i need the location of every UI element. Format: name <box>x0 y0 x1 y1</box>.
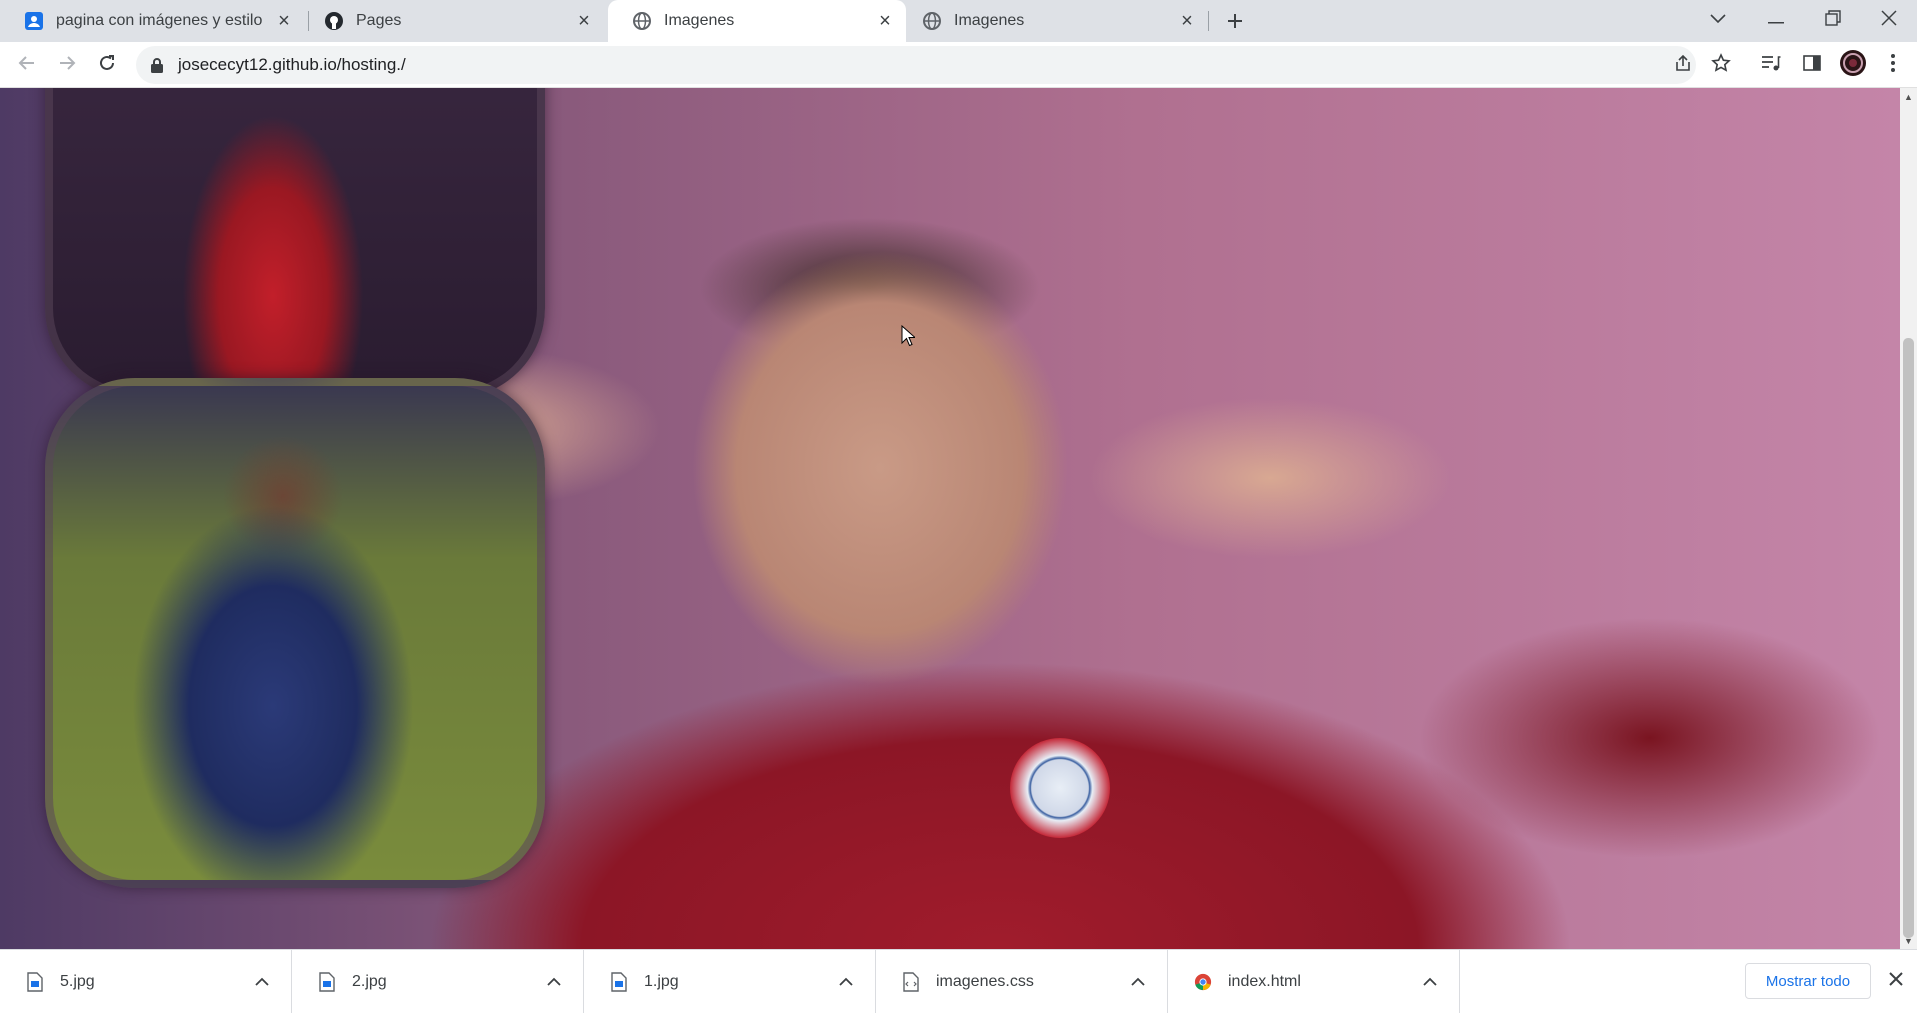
chrome-file-icon <box>1194 972 1212 992</box>
chevron-down-icon <box>1710 11 1726 29</box>
minimize-button[interactable] <box>1748 0 1804 40</box>
scrollbar-thumb[interactable] <box>1903 338 1914 938</box>
image-file-icon <box>26 971 44 992</box>
download-filename: imagenes.css <box>936 972 1034 990</box>
image-file-icon <box>610 971 628 992</box>
css-file-icon <box>902 971 920 992</box>
downloads-bar: 5.jpg 2.jpg 1.jpg imagenes.css index.htm… <box>0 949 1917 1013</box>
browser-toolbar: josececyt12.github.io/hosting./ <box>0 42 1917 88</box>
show-all-downloads-button[interactable]: Mostrar todo <box>1745 963 1871 999</box>
image-file-icon <box>318 971 336 992</box>
profile-button[interactable] <box>1838 49 1868 82</box>
close-icon[interactable]: × <box>876 10 894 32</box>
arrow-left-icon <box>18 54 36 77</box>
close-downloads-button[interactable] <box>1883 968 1909 994</box>
reload-icon <box>98 54 116 77</box>
download-item[interactable]: 2.jpg <box>292 950 584 1013</box>
download-filename: 2.jpg <box>352 972 387 990</box>
chevron-up-icon[interactable] <box>1123 967 1153 997</box>
minimize-icon <box>1768 11 1784 29</box>
club-crest <box>1010 738 1110 838</box>
page-viewport <box>0 88 1900 949</box>
github-icon <box>324 11 344 31</box>
tab-3[interactable]: Imagenes × <box>608 0 906 42</box>
tab-strip: pagina con imágenes y estilo × Pages × I… <box>0 0 1917 42</box>
tab-title: Imagenes <box>664 12 735 29</box>
tab-title: pagina con imágenes y estilo <box>56 12 263 29</box>
more-vert-icon <box>1890 53 1896 78</box>
reload-button[interactable] <box>92 50 122 80</box>
page-scrollbar[interactable]: ▲ ▼ <box>1900 88 1917 949</box>
gallery-image-top <box>45 88 545 398</box>
chevron-up-icon[interactable] <box>1415 967 1445 997</box>
tab-1[interactable]: pagina con imágenes y estilo × <box>0 0 305 42</box>
globe-icon <box>922 11 942 31</box>
address-url[interactable]: josececyt12.github.io/hosting./ <box>178 55 406 75</box>
chevron-up-icon[interactable] <box>539 967 569 997</box>
share-button[interactable] <box>1668 50 1698 80</box>
download-filename: index.html <box>1228 972 1301 990</box>
star-icon <box>1711 52 1731 78</box>
tab-separator <box>1208 11 1209 31</box>
avatar <box>1839 49 1867 82</box>
menu-button[interactable] <box>1878 50 1908 80</box>
back-button[interactable] <box>12 50 42 80</box>
close-icon[interactable]: × <box>575 10 593 32</box>
tab-4[interactable]: Imagenes × <box>908 0 1208 42</box>
chevron-up-icon[interactable] <box>247 967 277 997</box>
new-tab-button[interactable] <box>1220 6 1250 36</box>
download-item[interactable]: 5.jpg <box>0 950 292 1013</box>
tab-2[interactable]: Pages × <box>310 0 605 42</box>
playlist-icon <box>1761 54 1781 77</box>
gallery-image-bottom <box>45 378 545 888</box>
tab-title: Pages <box>356 12 402 29</box>
download-filename: 5.jpg <box>60 972 95 990</box>
forward-button[interactable] <box>52 50 82 80</box>
scroll-down-icon[interactable]: ▼ <box>1900 932 1917 949</box>
globe-icon <box>632 11 652 31</box>
close-icon[interactable]: × <box>1178 10 1196 32</box>
close-window-button[interactable] <box>1861 0 1917 40</box>
download-item[interactable]: imagenes.css <box>876 950 1168 1013</box>
lock-icon[interactable] <box>150 57 166 73</box>
tab-separator <box>308 11 309 31</box>
scroll-up-icon[interactable]: ▲ <box>1900 88 1917 105</box>
restore-icon <box>1825 9 1841 31</box>
close-icon[interactable]: × <box>275 10 293 32</box>
side-panel-button[interactable] <box>1797 50 1827 80</box>
arrow-right-icon <box>58 54 76 77</box>
account-page-icon <box>24 11 44 31</box>
restore-button[interactable] <box>1805 0 1861 40</box>
download-filename: 1.jpg <box>644 972 679 990</box>
download-item[interactable]: 1.jpg <box>584 950 876 1013</box>
bookmark-button[interactable] <box>1706 50 1736 80</box>
share-icon <box>1674 54 1692 77</box>
close-icon <box>1881 9 1897 31</box>
address-bar[interactable]: josececyt12.github.io/hosting./ <box>136 46 1696 84</box>
download-item[interactable]: index.html <box>1168 950 1460 1013</box>
tab-title: Imagenes <box>954 12 1025 29</box>
tab-search-button[interactable] <box>1690 0 1746 40</box>
mouse-cursor-icon <box>901 324 917 352</box>
close-icon <box>1889 971 1903 991</box>
chevron-up-icon[interactable] <box>831 967 861 997</box>
side-panel-icon <box>1803 54 1821 77</box>
media-control-button[interactable] <box>1756 50 1786 80</box>
